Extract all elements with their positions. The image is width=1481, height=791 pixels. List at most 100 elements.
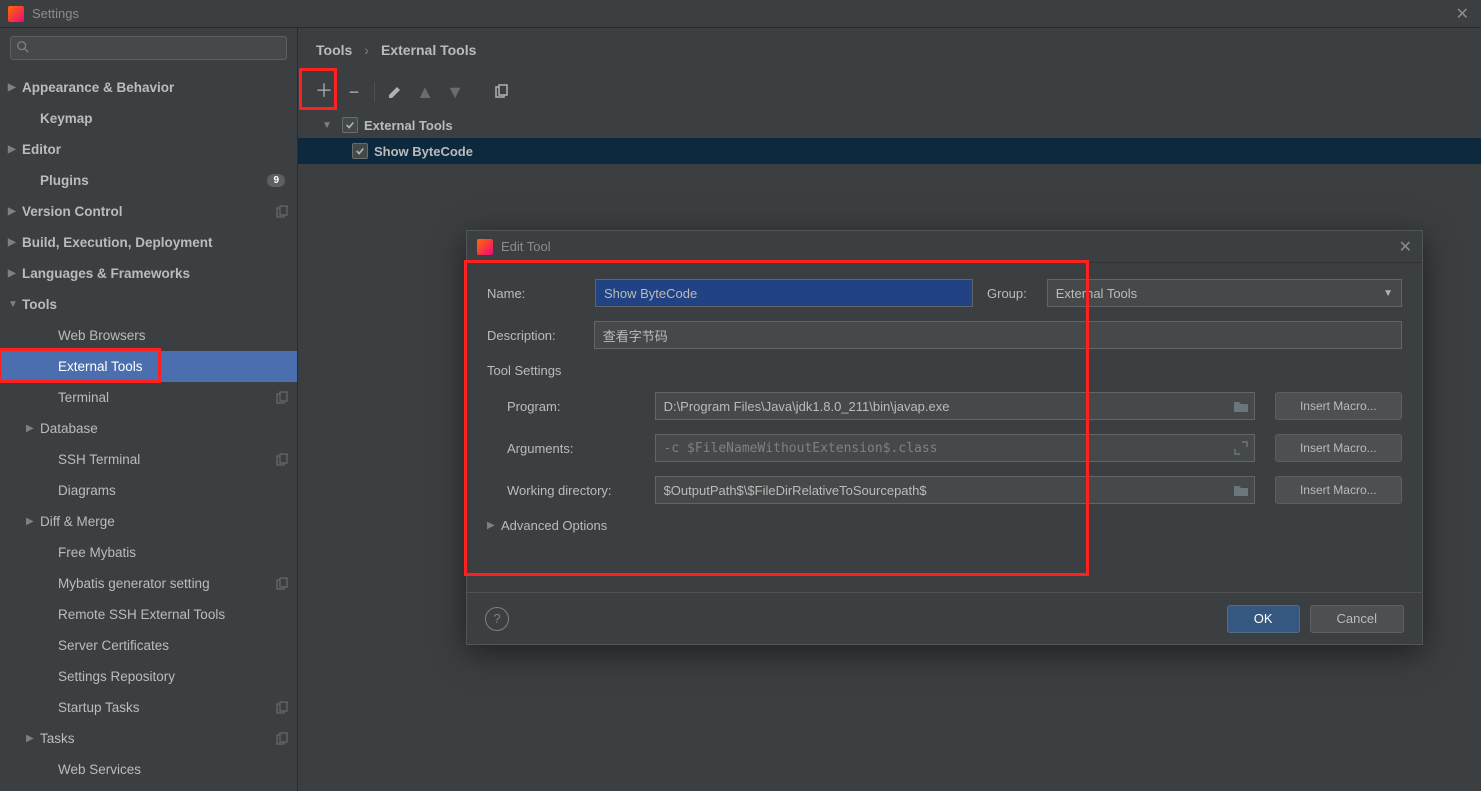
program-input[interactable]: [655, 392, 1255, 420]
dialog-titlebar: Edit Tool ✕: [467, 231, 1422, 263]
sidebar-item-diagrams[interactable]: Diagrams: [0, 475, 297, 506]
group-value: External Tools: [1056, 286, 1137, 301]
breadcrumb-b: External Tools: [381, 42, 476, 58]
expand-icon[interactable]: [1233, 440, 1249, 456]
badge: 9: [267, 174, 285, 187]
sidebar-item-server-certificates[interactable]: Server Certificates: [0, 630, 297, 661]
program-label: Program:: [487, 399, 655, 414]
sidebar-item-label: Languages & Frameworks: [22, 266, 289, 281]
toolbar-sep: [374, 82, 375, 102]
sidebar-item-label: Tools: [22, 297, 289, 312]
chevron-right-icon: [8, 268, 22, 279]
group-label: Group:: [987, 286, 1027, 301]
tool-settings-section: Tool Settings: [487, 363, 1402, 378]
sidebar-item-settings-repository[interactable]: Settings Repository: [0, 661, 297, 692]
toolbar: ＋ − ▲ ▼: [298, 72, 1481, 112]
scope-icon: [275, 205, 289, 219]
move-up-button[interactable]: ▲: [411, 78, 439, 106]
sidebar-item-ssh-terminal[interactable]: SSH Terminal: [0, 444, 297, 475]
breadcrumb: Tools › External Tools: [298, 28, 1481, 72]
sidebar-item-label: Database: [40, 421, 289, 436]
sidebar-item-web-services[interactable]: Web Services: [0, 754, 297, 785]
sidebar-item-version-control[interactable]: Version Control: [0, 196, 297, 227]
chevron-right-icon: [26, 423, 40, 434]
search-input[interactable]: [10, 36, 287, 60]
move-down-button[interactable]: ▼: [441, 78, 469, 106]
sidebar-item-label: Version Control: [22, 204, 275, 219]
scope-icon: [275, 732, 289, 746]
sidebar-item-label: Tasks: [40, 731, 275, 746]
add-button[interactable]: ＋: [310, 76, 338, 104]
settings-sidebar: Appearance & Behavior Keymap EditorPlugins…: [0, 28, 298, 791]
cancel-button[interactable]: Cancel: [1310, 605, 1404, 633]
sidebar-item-label: SSH Terminal: [58, 452, 275, 467]
remove-button[interactable]: −: [340, 78, 368, 106]
item-checkbox[interactable]: [352, 143, 368, 159]
working-directory-input[interactable]: [655, 476, 1255, 504]
group-checkbox[interactable]: [342, 117, 358, 133]
insert-macro-wd[interactable]: Insert Macro...: [1275, 476, 1402, 504]
dialog-body: Name: Group: External Tools ▼ Descriptio…: [467, 263, 1422, 592]
sidebar-tree: Appearance & Behavior Keymap EditorPlugins…: [0, 68, 297, 791]
wd-label: Working directory:: [487, 483, 655, 498]
sidebar-item-web-browsers[interactable]: Web Browsers: [0, 320, 297, 351]
sidebar-item-label: Server Certificates: [58, 638, 289, 653]
close-icon[interactable]: ✕: [1452, 4, 1473, 24]
dialog-icon: [477, 239, 493, 255]
sidebar-item-label: Diff & Merge: [40, 514, 289, 529]
edit-tool-dialog: Edit Tool ✕ Name: Group: External Tools …: [466, 230, 1423, 645]
sidebar-item-terminal[interactable]: Terminal: [0, 382, 297, 413]
scope-icon: [275, 701, 289, 715]
sidebar-item-languages-frameworks[interactable]: Languages & Frameworks: [0, 258, 297, 289]
tools-item-row[interactable]: Show ByteCode: [298, 138, 1481, 164]
insert-macro-program[interactable]: Insert Macro...: [1275, 392, 1402, 420]
advanced-options-row[interactable]: ▶ Advanced Options: [487, 518, 1402, 533]
sidebar-item-tasks[interactable]: Tasks: [0, 723, 297, 754]
group-label: External Tools: [364, 118, 453, 133]
sidebar-item-label: Keymap: [40, 111, 289, 126]
sidebar-item-keymap[interactable]: Keymap: [0, 103, 297, 134]
breadcrumb-sep: ›: [364, 42, 369, 58]
sidebar-item-label: Web Browsers: [58, 328, 289, 343]
sidebar-item-label: Build, Execution, Deployment: [22, 235, 289, 250]
sidebar-item-diff-merge[interactable]: Diff & Merge: [0, 506, 297, 537]
advanced-options-label: Advanced Options: [501, 518, 607, 533]
ok-button[interactable]: OK: [1227, 605, 1300, 633]
copy-button[interactable]: [487, 78, 515, 106]
sidebar-item-plugins[interactable]: Plugins9: [0, 165, 297, 196]
arguments-label: Arguments:: [487, 441, 655, 456]
scope-icon: [275, 391, 289, 405]
sidebar-item-label: Terminal: [58, 390, 275, 405]
sidebar-item-startup-tasks[interactable]: Startup Tasks: [0, 692, 297, 723]
sidebar-item-label: Appearance & Behavior: [22, 80, 289, 95]
group-select[interactable]: External Tools ▼: [1047, 279, 1402, 307]
sidebar-item-appearance-behavior[interactable]: Appearance & Behavior: [0, 72, 297, 103]
dialog-title: Edit Tool: [501, 239, 1399, 254]
sidebar-item-editor[interactable]: Editor: [0, 134, 297, 165]
titlebar: Settings ✕: [0, 0, 1481, 28]
sidebar-item-label: Web Services: [58, 762, 289, 777]
tools-group-row[interactable]: ▼ External Tools: [298, 112, 1481, 138]
sidebar-item-label: Remote SSH External Tools: [58, 607, 289, 622]
sidebar-item-mybatis-generator-setting[interactable]: Mybatis generator setting: [0, 568, 297, 599]
dialog-close-icon[interactable]: ✕: [1399, 237, 1412, 257]
sidebar-item-external-tools[interactable]: External Tools: [0, 351, 297, 382]
sidebar-item-tools[interactable]: Tools: [0, 289, 297, 320]
folder-icon[interactable]: [1233, 398, 1249, 414]
search-icon: [16, 40, 30, 54]
sidebar-item-label: Free Mybatis: [58, 545, 289, 560]
arguments-input[interactable]: [655, 434, 1255, 462]
scope-icon: [275, 453, 289, 467]
sidebar-item-free-mybatis[interactable]: Free Mybatis: [0, 537, 297, 568]
chevron-right-icon: [8, 144, 22, 155]
sidebar-item-database[interactable]: Database: [0, 413, 297, 444]
folder-icon[interactable]: [1233, 482, 1249, 498]
edit-button[interactable]: [381, 78, 409, 106]
insert-macro-arguments[interactable]: Insert Macro...: [1275, 434, 1402, 462]
sidebar-item-build-execution-deployment[interactable]: Build, Execution, Deployment: [0, 227, 297, 258]
scope-icon: [275, 577, 289, 591]
description-input[interactable]: [594, 321, 1402, 349]
help-button[interactable]: ?: [485, 607, 509, 631]
sidebar-item-remote-ssh-external-tools[interactable]: Remote SSH External Tools: [0, 599, 297, 630]
name-input[interactable]: [595, 279, 973, 307]
